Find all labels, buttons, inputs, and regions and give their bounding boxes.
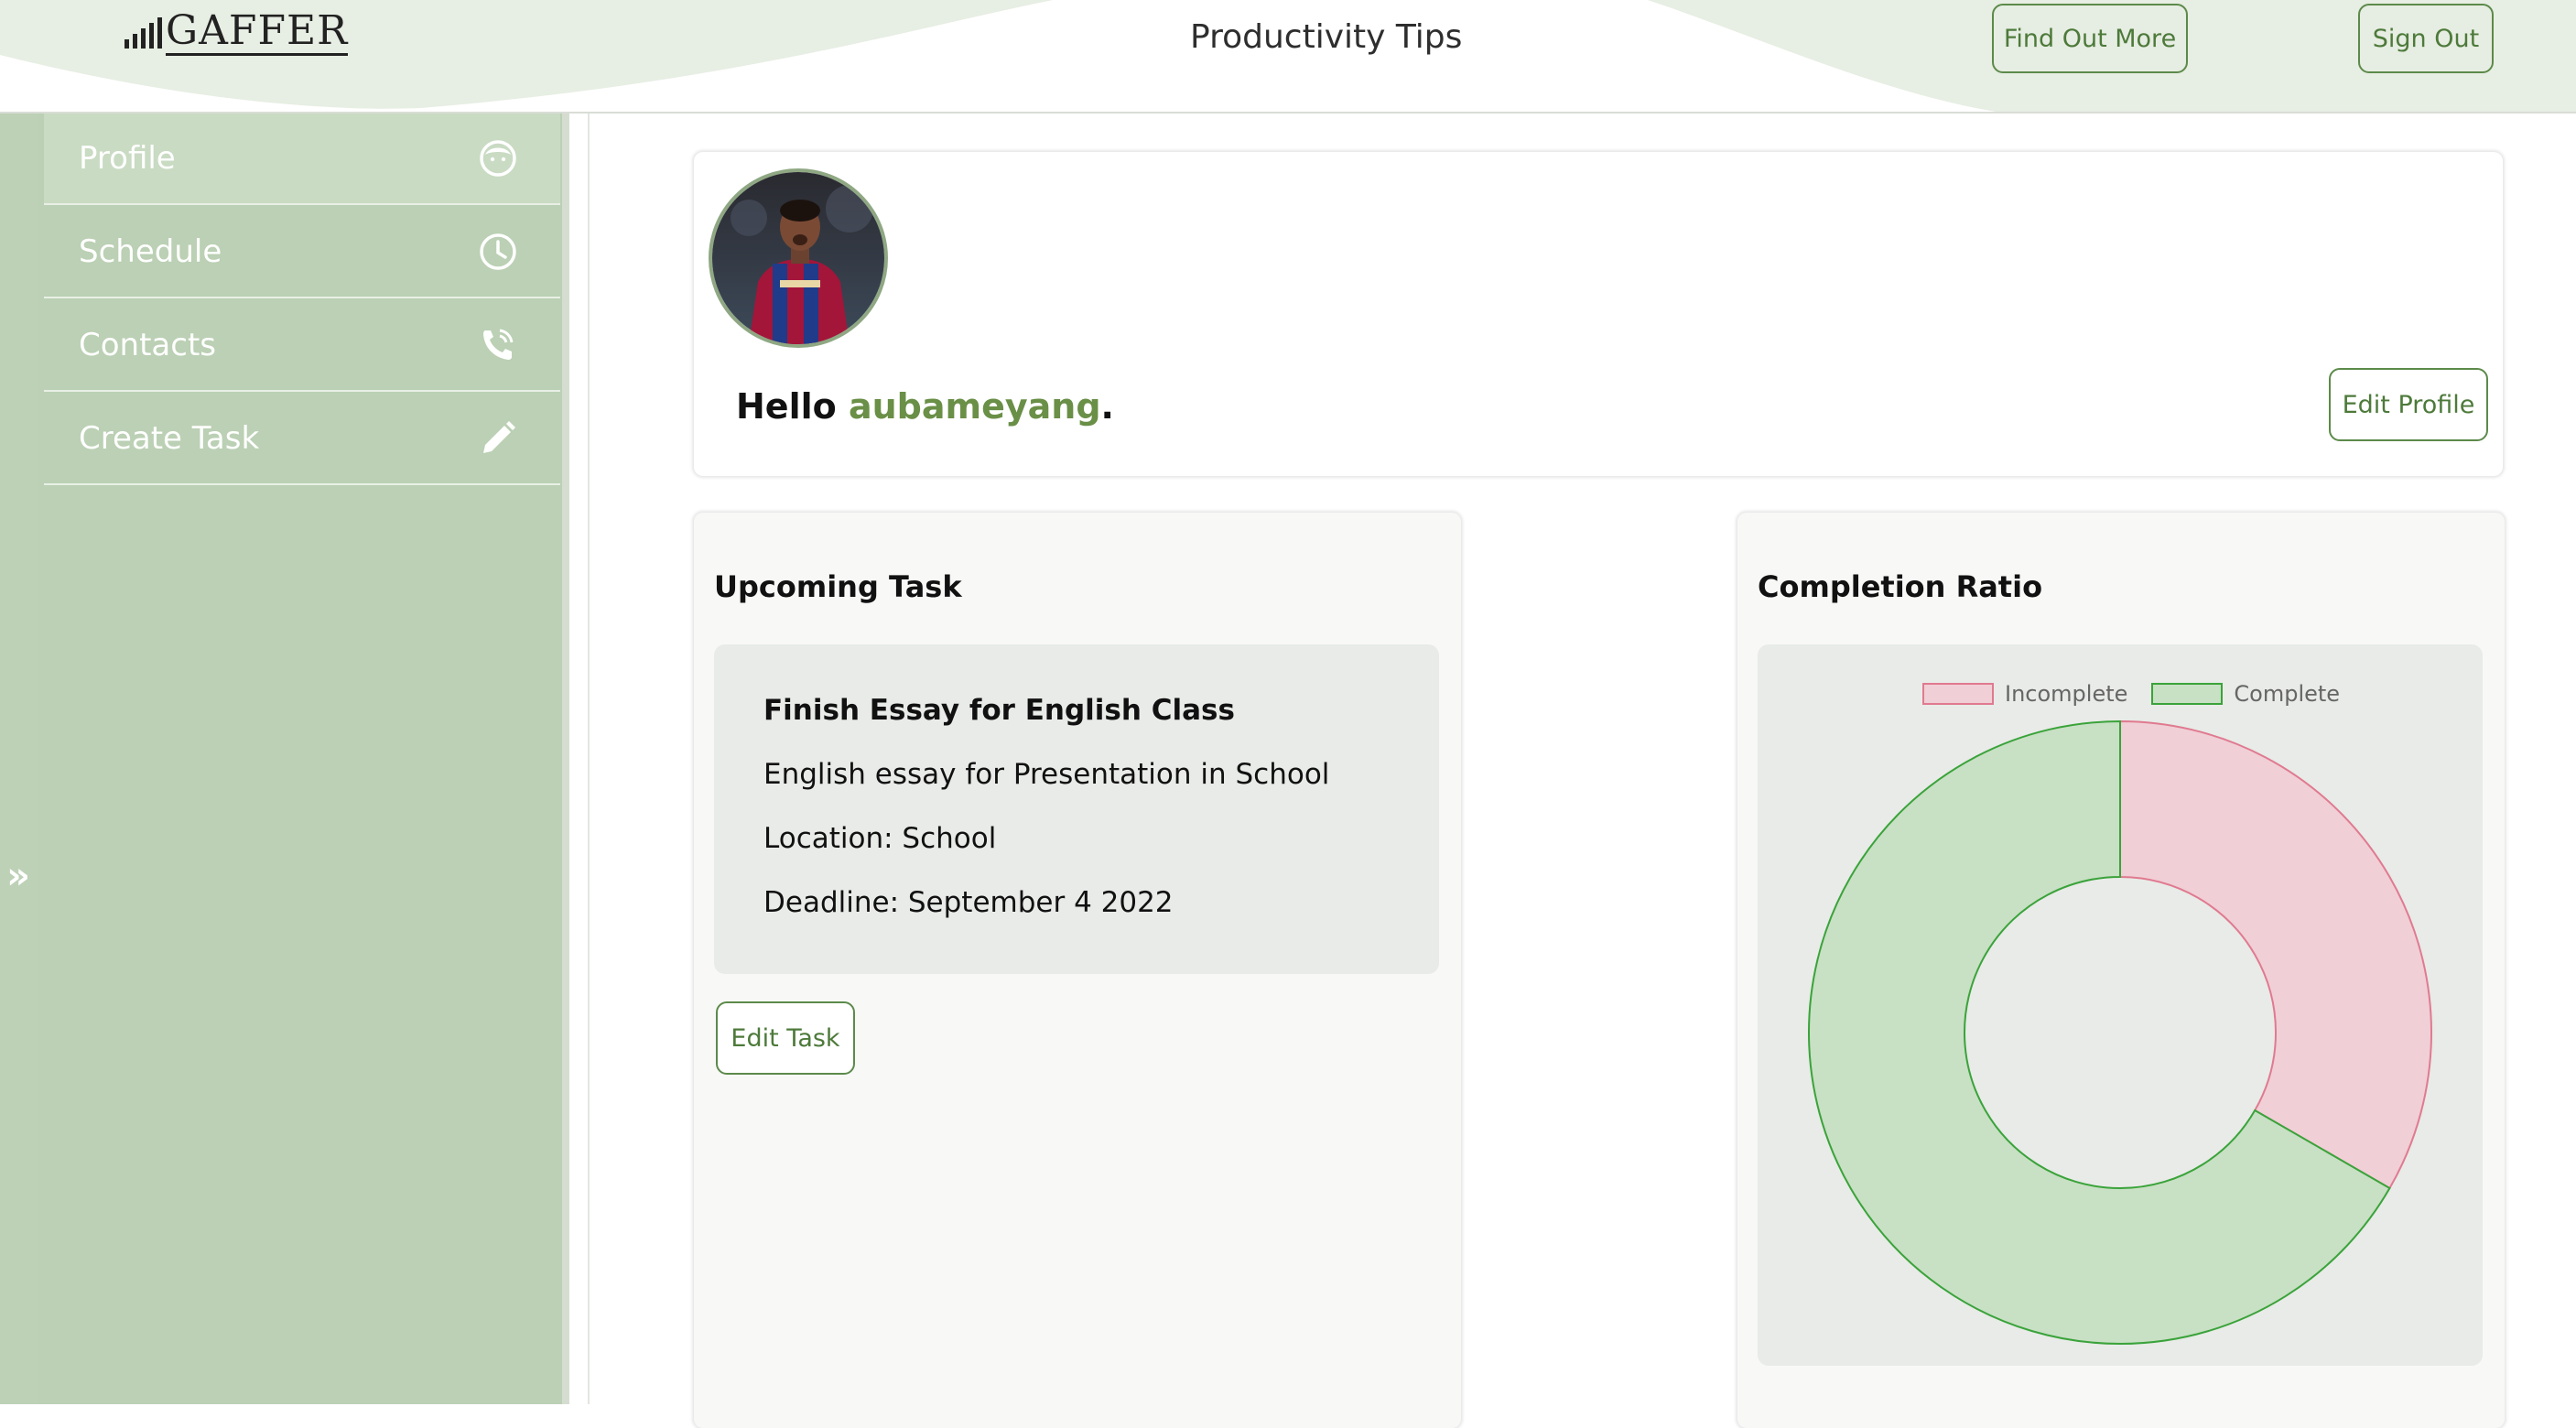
sidebar-item-label: Create Task: [79, 420, 260, 457]
upcoming-task-card: Upcoming Task Finish Essay for English C…: [694, 513, 1461, 1428]
sidebar-item-label: Schedule: [79, 233, 222, 270]
edit-task-button[interactable]: Edit Task: [716, 1001, 855, 1075]
sidebar-item-contacts[interactable]: Contacts: [44, 300, 560, 392]
greeting-punct: .: [1100, 386, 1114, 427]
task-location: Location: School: [763, 822, 997, 855]
donut-slice-incomplete[interactable]: [2119, 719, 2432, 1190]
sidebar-edge: [562, 114, 569, 1404]
username: aubameyang: [848, 386, 1101, 427]
clock-icon: [480, 233, 516, 270]
donut-svg: [1808, 719, 2432, 1345]
sidebar-rail: »: [0, 114, 38, 1404]
donut-chart: Incomplete Complete: [1758, 644, 2483, 1366]
top-header: GAFFER Productivity Tips Find Out More S…: [0, 0, 2576, 114]
task-name: Finish Essay for English Class: [763, 694, 1235, 727]
avatar[interactable]: [709, 168, 888, 348]
sidebar-item-create-task[interactable]: Create Task: [44, 394, 560, 485]
sidebar: Profile Schedule Contacts Create Task: [38, 114, 562, 1404]
find-out-more-button[interactable]: Find Out More: [1992, 4, 2188, 73]
avatar-image: [712, 172, 884, 344]
sidebar-item-schedule[interactable]: Schedule: [44, 207, 560, 298]
completion-ratio-card: Completion Ratio Incomplete Complete: [1737, 513, 2505, 1428]
pencil-icon: [483, 421, 515, 453]
sidebar-item-profile[interactable]: Profile: [44, 114, 560, 205]
profile-card: Hello aubameyang. Edit Profile: [694, 152, 2503, 476]
task-deadline: Deadline: September 4 2022: [763, 886, 1174, 919]
page-title[interactable]: Productivity Tips: [1190, 18, 1462, 56]
greeting-word: Hello: [736, 386, 837, 427]
sidebar-item-label: Profile: [79, 140, 176, 177]
face-icon: [480, 140, 516, 177]
header-wave-decoration: [0, 0, 2576, 112]
gaffer-logo[interactable]: GAFFER: [124, 7, 349, 56]
task-description: English essay for Presentation in School: [763, 758, 1330, 791]
upcoming-task-title: Upcoming Task: [714, 569, 962, 604]
edit-profile-button[interactable]: Edit Profile: [2329, 368, 2488, 441]
signal-bars-icon: [124, 17, 162, 49]
sidebar-item-label: Contacts: [79, 327, 216, 363]
completion-ratio-title: Completion Ratio: [1758, 569, 2043, 604]
phone-icon: [483, 329, 514, 360]
sign-out-button[interactable]: Sign Out: [2358, 4, 2494, 73]
task-item[interactable]: Finish Essay for English Class English e…: [714, 644, 1439, 974]
greeting: Hello aubameyang.: [736, 386, 1114, 427]
content-divider: [588, 114, 590, 1404]
expand-chevron-icon[interactable]: »: [0, 855, 37, 897]
logo-text: GAFFER: [166, 7, 349, 56]
